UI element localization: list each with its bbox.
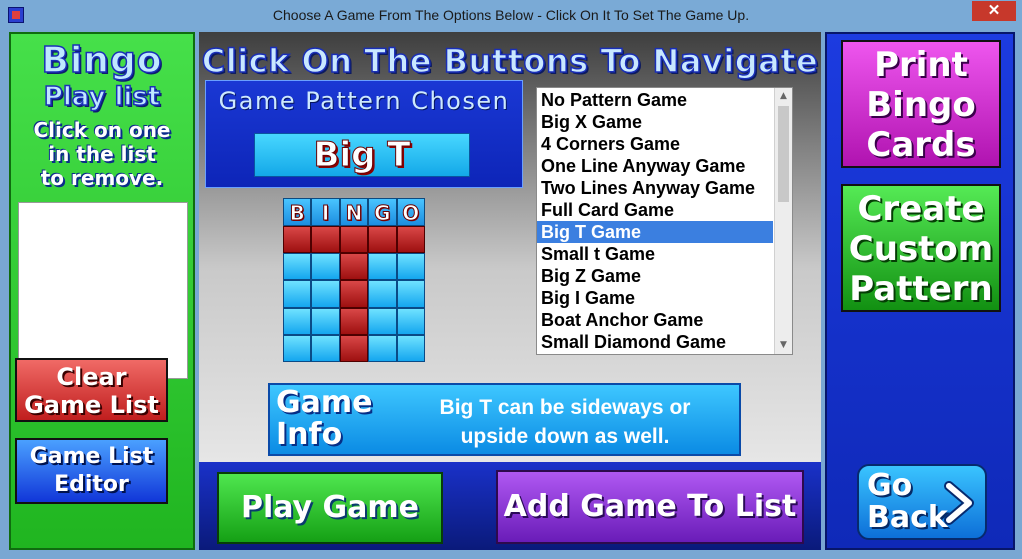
bingo-letter-o: O <box>396 198 425 226</box>
button-label: Bingo <box>866 85 976 125</box>
title-bar: Choose A Game From The Options Below - C… <box>0 0 1022 30</box>
navigation-heading: Click On The Buttons To Navigate <box>201 41 819 81</box>
game-list-item[interactable]: Small t Game <box>537 243 773 265</box>
unmarked-cell <box>396 253 425 281</box>
marked-cell <box>339 226 369 254</box>
button-label: Custom <box>848 229 994 269</box>
button-label: Create <box>857 189 985 229</box>
game-list-item[interactable]: Two Lines Anyway Game <box>537 177 773 199</box>
bingo-letter-g: G <box>368 198 397 226</box>
marked-cell <box>311 226 340 254</box>
game-list-item[interactable]: Full Card Game <box>537 199 773 221</box>
info-text-line: Big T can be sideways or <box>439 396 691 419</box>
marked-cell <box>339 307 369 335</box>
button-label: Editor <box>54 472 129 497</box>
pattern-label: Game Pattern Chosen <box>218 87 510 115</box>
game-list-item[interactable]: No Pattern Game <box>537 89 773 111</box>
play-game-button[interactable]: Play Game <box>217 472 443 544</box>
print-bingo-cards-button[interactable]: Print Bingo Cards <box>841 40 1001 168</box>
go-back-label: Go Back <box>867 470 948 534</box>
pattern-preview-card: B I N G O <box>283 198 425 362</box>
info-label-line: Info <box>276 417 343 452</box>
instruction-line: in the list <box>48 142 156 166</box>
game-list-item[interactable]: 4 Corners Game <box>537 133 773 155</box>
bingo-letter-i: I <box>311 198 340 226</box>
chevron-right-icon <box>944 481 974 525</box>
actions-panel: Print Bingo Cards Create Custom Pattern … <box>825 32 1015 550</box>
game-list-item[interactable]: Big Z Game <box>537 265 773 287</box>
info-label-line: Game <box>276 385 373 420</box>
game-list-item[interactable]: Big T Game <box>537 221 773 243</box>
go-back-button[interactable]: Go Back <box>857 464 987 540</box>
unmarked-cell <box>311 280 340 308</box>
list-scrollbar[interactable]: ▲ ▼ <box>774 88 792 354</box>
game-info-text: Big T can be sideways or upside down as … <box>400 393 730 451</box>
marked-cell <box>368 226 397 254</box>
game-list-editor-button[interactable]: Game List Editor <box>15 438 168 504</box>
game-list[interactable]: No Pattern Game Big X Game 4 Corners Game O… <box>536 87 793 355</box>
button-label: Go <box>867 468 913 503</box>
scroll-thumb[interactable] <box>778 106 789 202</box>
bingo-header: B I N G O <box>283 198 425 226</box>
unmarked-cell <box>368 334 397 362</box>
button-label: Print <box>874 45 968 85</box>
game-list-item[interactable]: Big I Game <box>537 287 773 309</box>
game-info-box: Game Info Big T can be sideways or upsid… <box>268 383 741 456</box>
button-label: Game List <box>29 444 154 469</box>
unmarked-cell <box>396 280 425 308</box>
window-title: Choose A Game From The Options Below - C… <box>272 7 750 23</box>
remove-instruction: Click on one in the list to remove. <box>11 118 193 190</box>
instruction-line: to remove. <box>40 166 164 190</box>
add-game-to-list-button[interactable]: Add Game To List <box>496 470 804 544</box>
instruction-line: Click on one <box>33 118 171 142</box>
scroll-up-icon[interactable]: ▲ <box>775 88 792 105</box>
game-info-label: Game Info <box>276 387 372 451</box>
marked-cell <box>339 253 369 281</box>
button-label: Clear <box>56 363 127 391</box>
game-list-item[interactable]: Small Diamond Game <box>537 331 773 353</box>
bingo-letter-b: B <box>283 198 312 226</box>
clear-game-list-button[interactable]: Clear Game List <box>15 358 168 422</box>
chosen-pattern-value: Big T <box>254 133 470 177</box>
pattern-grid <box>283 226 425 362</box>
close-button[interactable]: ✕ <box>972 1 1016 21</box>
play-list-title: Play list <box>43 81 161 113</box>
unmarked-cell <box>368 253 397 281</box>
marked-cell <box>339 334 369 362</box>
info-text-line: upside down as well. <box>460 425 670 448</box>
unmarked-cell <box>283 334 312 362</box>
unmarked-cell <box>311 253 340 281</box>
button-label: Back <box>867 500 948 535</box>
unmarked-cell <box>368 307 397 335</box>
unmarked-cell <box>396 334 425 362</box>
marked-cell <box>339 280 369 308</box>
button-label: Cards <box>866 125 976 165</box>
game-list-item[interactable]: One Line Anyway Game <box>537 155 773 177</box>
unmarked-cell <box>283 253 312 281</box>
unmarked-cell <box>283 280 312 308</box>
bingo-letter-n: N <box>339 198 369 226</box>
marked-cell <box>396 226 425 254</box>
marked-cell <box>283 226 312 254</box>
unmarked-cell <box>283 307 312 335</box>
scroll-down-icon[interactable]: ▼ <box>775 337 792 354</box>
game-list-item[interactable]: Boat Anchor Game <box>537 309 773 331</box>
chosen-pattern-box: Game Pattern Chosen Big T <box>205 80 523 188</box>
game-selection-panel: Click On The Buttons To Navigate Game Pa… <box>199 32 821 462</box>
action-bar: Play Game Add Game To List <box>199 462 821 550</box>
play-list-box[interactable] <box>18 202 188 379</box>
unmarked-cell <box>311 307 340 335</box>
unmarked-cell <box>396 307 425 335</box>
button-label: Game List <box>24 391 159 419</box>
game-list-item[interactable]: Big X Game <box>537 111 773 133</box>
create-custom-pattern-button[interactable]: Create Custom Pattern <box>841 184 1001 312</box>
button-label: Pattern <box>849 269 993 309</box>
unmarked-cell <box>311 334 340 362</box>
unmarked-cell <box>368 280 397 308</box>
bingo-title: Bingo <box>41 39 163 82</box>
